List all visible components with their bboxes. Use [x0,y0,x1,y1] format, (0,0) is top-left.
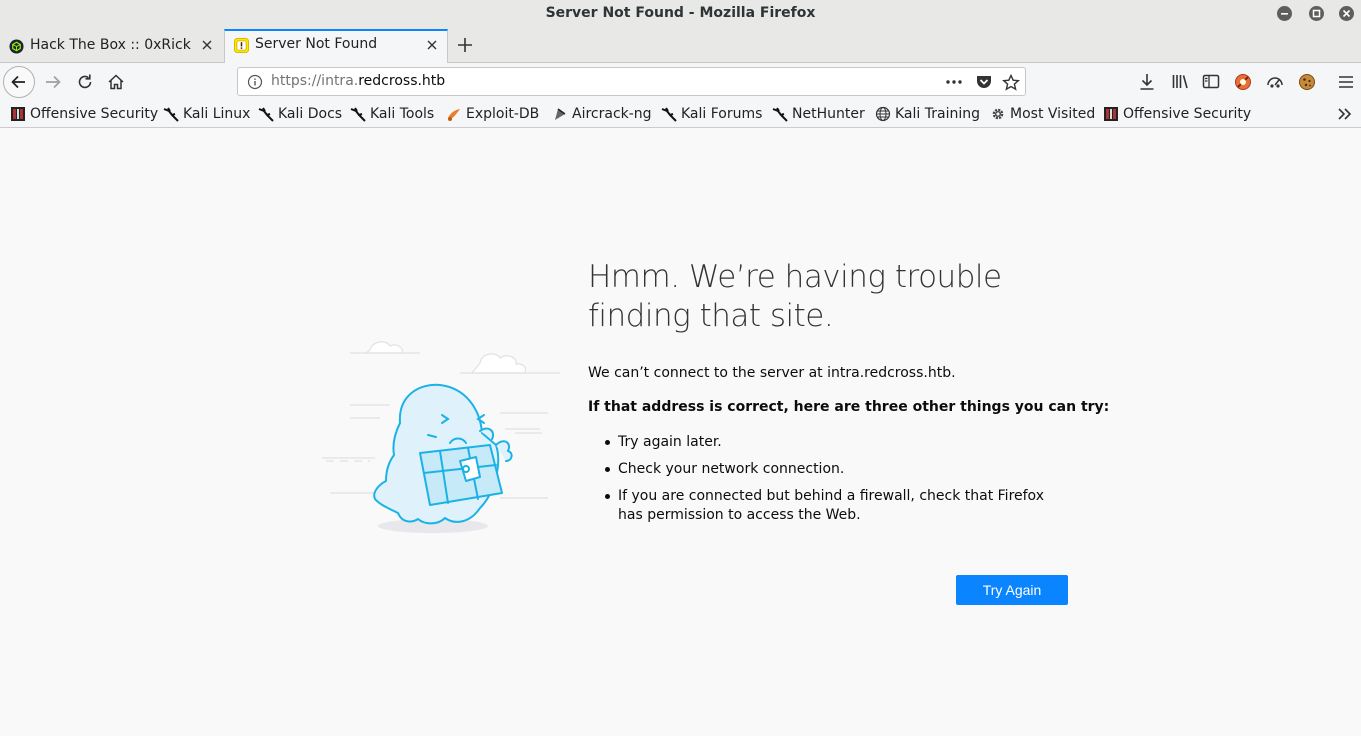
suggestion-item: Try again later. [603,433,1063,452]
bookmark-most-visited[interactable]: Most Visited [990,104,1095,124]
bookmark-nethunter[interactable]: NetHunter [772,104,865,124]
chevron-overflow-icon[interactable] [1336,106,1354,122]
globe-icon [875,106,891,122]
new-tab-icon[interactable] [455,35,475,55]
suggestion-item: Check your network connection. [603,460,1063,479]
exploit-db-icon [448,109,460,121]
pocket-icon[interactable] [975,74,993,90]
minimize-icon[interactable] [1277,6,1292,21]
bookmark-label: Kali Tools [370,106,435,122]
offsec-icon [1104,107,1118,121]
error-title: Hmm. We’re having trouble finding that s… [588,259,1002,334]
close-tab-icon[interactable] [425,38,439,52]
kali-dragon-icon [163,107,179,122]
back-button[interactable] [3,66,35,98]
bookmark-label: Kali Linux [183,106,251,122]
bookmark-kali-tools[interactable]: Kali Tools [350,104,434,124]
warning-favicon-icon [234,38,249,53]
close-tab-icon[interactable] [200,38,214,52]
bookmark-kali-docs[interactable]: Kali Docs [258,104,342,124]
noscript-icon[interactable] [1229,68,1257,96]
reload-icon[interactable] [71,68,99,96]
close-window-icon[interactable] [1339,6,1354,21]
bookmark-label: Most Visited [1010,106,1096,122]
bookmark-label: Offensive Security [30,106,159,122]
proxy-switch-icon[interactable] [1261,68,1289,96]
kali-dragon-icon [350,107,366,122]
url-text[interactable]: https://intra.redcross.htb [271,73,445,89]
bookmark-label: Kali Docs [278,106,343,122]
window-titlebar: Server Not Found - Mozilla Firefox [0,0,1361,27]
downloads-icon[interactable] [1133,68,1161,96]
maximize-icon[interactable] [1309,6,1324,21]
tab-server-not-found[interactable]: Server Not Found [224,29,448,63]
bookmark-label: Aircrack-ng [572,106,652,122]
bookmark-label: NetHunter [792,106,865,122]
try-again-button[interactable]: Try Again [956,575,1068,605]
bookmarks-toolbar: Offensive Security Kali Linux Kali Docs … [0,100,1361,128]
tab-label: Server Not Found [255,36,378,52]
hamburger-menu-icon[interactable] [1332,68,1360,96]
bookmark-label: Exploit-DB [466,106,540,122]
bookmark-kali-training[interactable]: Kali Training [875,104,980,124]
page-actions-icon[interactable] [944,74,964,90]
suggestion-item: If you are connected but behind a firewa… [603,487,1063,525]
kali-dragon-icon [258,107,274,122]
kali-dragon-icon [661,107,677,122]
bookmark-label: Kali Forums [681,106,763,122]
tab-hack-the-box[interactable]: Hack The Box :: 0xRick [0,30,222,63]
home-icon[interactable] [102,68,130,96]
window-title: Server Not Found - Mozilla Firefox [545,5,816,21]
bookmark-exploit-db[interactable]: Exploit-DB [446,104,539,124]
lost-character-illustration [322,341,560,533]
tab-label: Hack The Box :: 0xRick [30,37,191,53]
bookmark-kali-forums[interactable]: Kali Forums [661,104,762,124]
site-info-icon[interactable] [247,74,263,90]
error-page: Hmm. We’re having trouble finding that s… [0,128,1361,736]
sidebar-icon[interactable] [1197,68,1225,96]
bookmark-label: Kali Training [895,106,980,122]
offsec-icon [11,107,25,121]
url-domain: redcross.htb [358,73,446,89]
suggestion-list: Try again later. Check your network conn… [603,433,1063,533]
cookie-editor-icon[interactable] [1293,68,1321,96]
library-icon[interactable] [1166,68,1194,96]
aircrack-icon [555,108,566,120]
bookmark-star-icon[interactable] [1002,74,1020,91]
bookmark-offensive-security-2[interactable]: Offensive Security [1103,104,1251,124]
gear-icon [992,108,1004,120]
suggestion-heading: If that address is correct, here are thr… [588,399,1110,415]
error-description: We can’t connect to the server at intra.… [588,365,956,381]
url-bar[interactable]: https://intra.redcross.htb [237,67,1026,96]
back-arrow-icon [11,75,25,89]
bookmark-kali-linux[interactable]: Kali Linux [163,104,250,124]
url-prefix: https://intra. [271,73,359,89]
bookmark-offensive-security[interactable]: Offensive Security [10,104,158,124]
forward-arrow-icon[interactable] [39,68,67,96]
bookmark-aircrack-ng[interactable]: Aircrack-ng [552,104,652,124]
kali-dragon-icon [772,107,788,122]
tab-strip: Hack The Box :: 0xRick Server Not Found [0,27,1361,63]
navigation-toolbar: https://intra.redcross.htb [0,63,1361,100]
bookmark-label: Offensive Security [1123,106,1252,122]
htb-favicon-icon [9,39,24,54]
